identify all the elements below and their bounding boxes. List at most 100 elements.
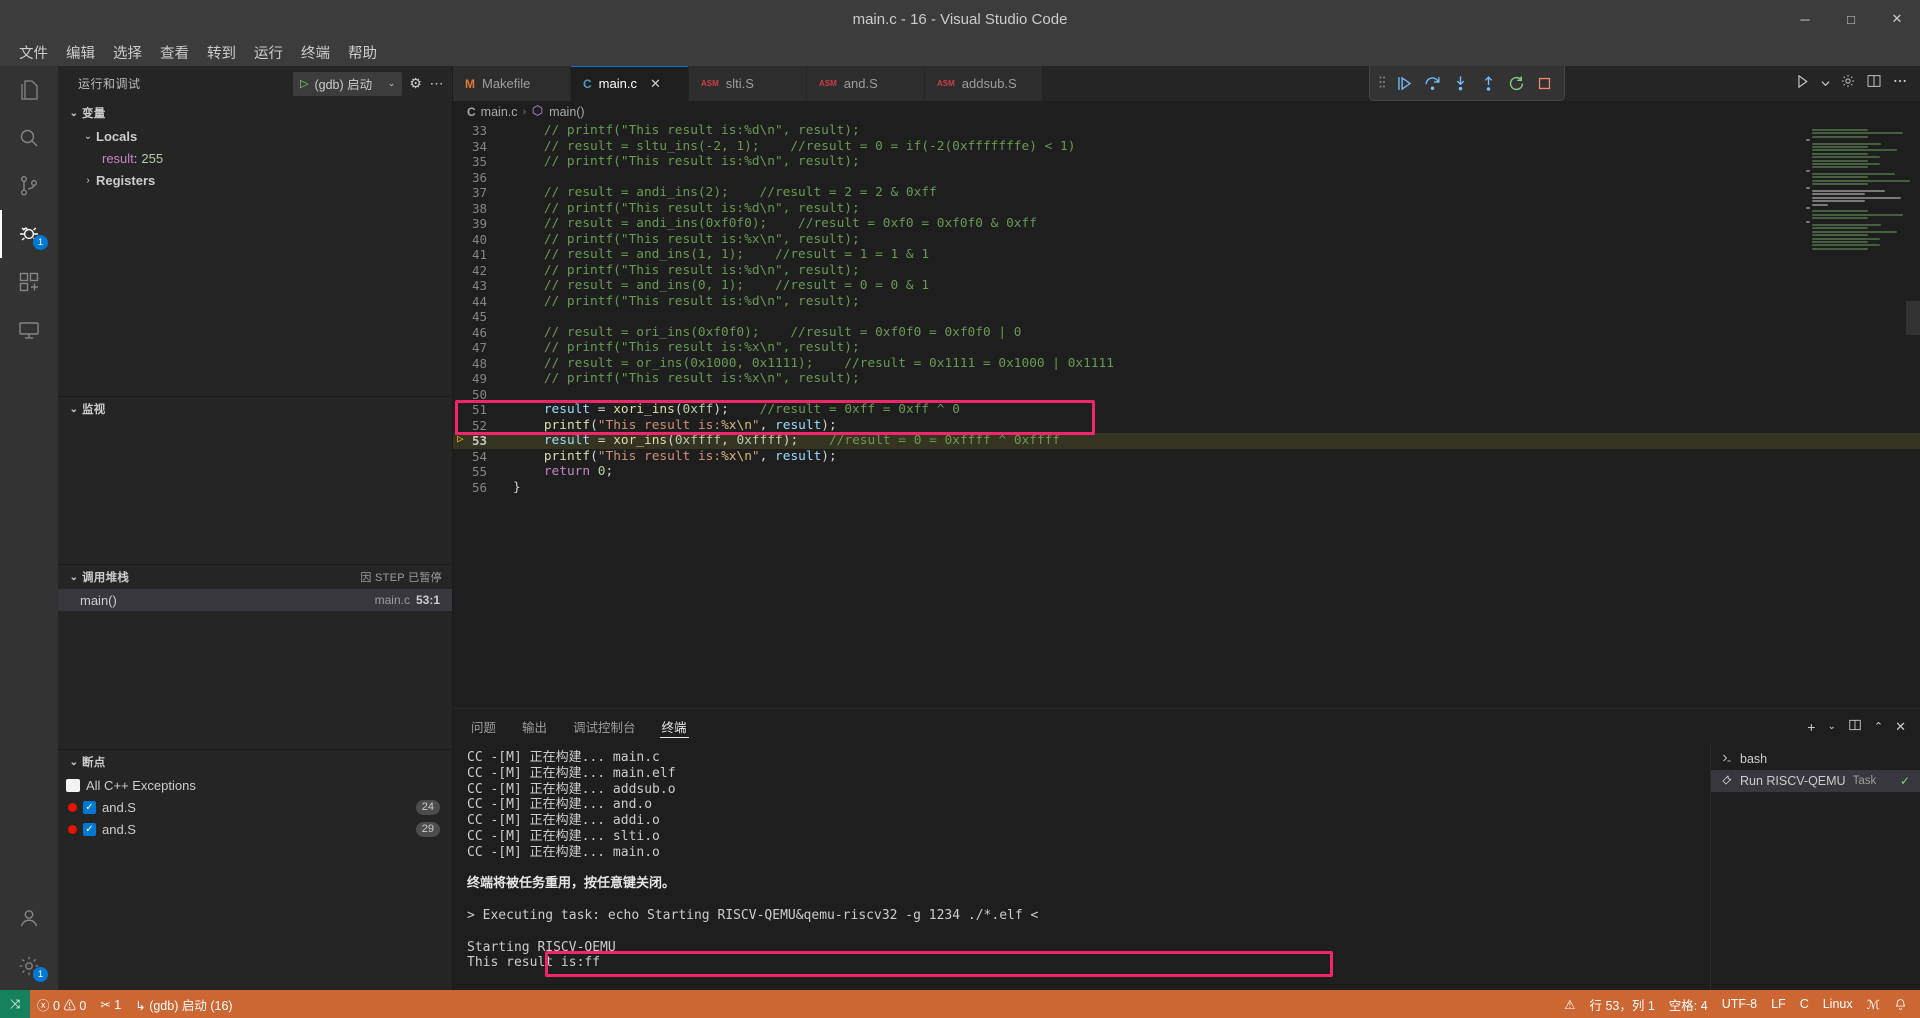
- minimize-button[interactable]: ─: [1782, 0, 1828, 38]
- maximize-button[interactable]: □: [1828, 0, 1874, 38]
- menu-file[interactable]: 文件: [10, 39, 57, 66]
- new-terminal-icon[interactable]: +: [1807, 719, 1815, 735]
- terminal-list-item-bash[interactable]: bash: [1711, 748, 1920, 770]
- step-into-button[interactable]: [1448, 71, 1472, 95]
- chevron-down-icon[interactable]: ⌄: [1827, 721, 1835, 732]
- code-line[interactable]: 38 // printf("This result is:%d\n", resu…: [453, 201, 1920, 217]
- breakpoint-checkbox[interactable]: ✓: [83, 823, 96, 836]
- callstack-frame-row[interactable]: main() main.c 53:1: [58, 589, 452, 611]
- tab-output[interactable]: 输出: [522, 709, 547, 744]
- status-prettier[interactable]: ℳ: [1860, 990, 1887, 1018]
- tab-main-c[interactable]: C main.c ✕: [571, 66, 689, 101]
- breakpoints-header[interactable]: ⌄ 断点: [58, 750, 452, 774]
- chevron-down-icon[interactable]: [1821, 75, 1830, 93]
- status-indentation[interactable]: 空格: 4: [1662, 990, 1715, 1018]
- editor-scrollbar[interactable]: [1906, 301, 1920, 335]
- menu-terminal[interactable]: 终端: [292, 39, 339, 66]
- code-line[interactable]: 45: [453, 309, 1920, 325]
- breakpoint-row-exceptions[interactable]: All C++ Exceptions: [58, 774, 452, 796]
- remote-indicator[interactable]: ⤨: [0, 990, 30, 1018]
- variable-row-result[interactable]: result:255: [58, 147, 452, 169]
- breakpoint-checkbox[interactable]: ✓: [83, 801, 96, 814]
- status-notifications[interactable]: [1887, 990, 1914, 1018]
- code-line[interactable]: 44 // printf("This result is:%d\n", resu…: [453, 294, 1920, 310]
- code-line[interactable]: 54 printf("This result is:%x\n", result)…: [453, 449, 1920, 465]
- status-eol[interactable]: LF: [1764, 990, 1793, 1018]
- code-line[interactable]: 48 // result = or_ins(0x1000, 0x1111); /…: [453, 356, 1920, 372]
- stop-button[interactable]: [1532, 71, 1556, 95]
- status-encoding[interactable]: UTF-8: [1715, 990, 1764, 1018]
- code-line[interactable]: 56}: [453, 480, 1920, 496]
- close-panel-icon[interactable]: ✕: [1895, 719, 1906, 735]
- activity-explorer[interactable]: [0, 66, 58, 114]
- code-line[interactable]: 47 // printf("This result is:%x\n", resu…: [453, 340, 1920, 356]
- tab-and-s[interactable]: ASM and.S: [807, 66, 925, 101]
- split-terminal-icon[interactable]: [1848, 718, 1862, 735]
- exception-checkbox[interactable]: [66, 779, 80, 792]
- code-line[interactable]: 36: [453, 170, 1920, 186]
- menu-edit[interactable]: 编辑: [57, 39, 104, 66]
- code-editor[interactable]: 33 // printf("This result is:%d\n", resu…: [453, 123, 1920, 708]
- activity-accounts[interactable]: [0, 894, 58, 942]
- activity-remote-explorer[interactable]: [0, 306, 58, 354]
- code-line[interactable]: 43 // result = and_ins(0, 1); //result =…: [453, 278, 1920, 294]
- code-line[interactable]: 50: [453, 387, 1920, 403]
- run-or-debug-icon[interactable]: [1794, 73, 1811, 95]
- debug-settings-gear-icon[interactable]: ⚙: [408, 73, 423, 95]
- code-line[interactable]: 51 result = xori_ins(0xff); //result = 0…: [453, 402, 1920, 418]
- split-editor-icon[interactable]: [1866, 73, 1882, 94]
- tab-addsub-s[interactable]: ASM addsub.S: [925, 66, 1043, 101]
- more-actions-icon[interactable]: [1892, 73, 1908, 94]
- step-over-button[interactable]: [1420, 71, 1444, 95]
- continue-button[interactable]: [1392, 71, 1416, 95]
- terminal-output[interactable]: CC -[M] 正在构建... main.cCC -[M] 正在构建... ma…: [453, 744, 1710, 990]
- code-line[interactable]: 33 // printf("This result is:%d\n", resu…: [453, 123, 1920, 139]
- activity-settings[interactable]: 1: [0, 942, 58, 990]
- maximize-panel-icon[interactable]: ⌃: [1874, 720, 1883, 733]
- minimap[interactable]: [1806, 129, 1906, 237]
- code-line[interactable]: 37 // result = andi_ins(2); //result = 2…: [453, 185, 1920, 201]
- code-line[interactable]: 40 // printf("This result is:%x\n", resu…: [453, 232, 1920, 248]
- debug-more-actions-icon[interactable]: ⋯: [429, 73, 444, 95]
- code-line[interactable]: 41 // result = and_ins(1, 1); //result =…: [453, 247, 1920, 263]
- breadcrumb-file[interactable]: main.c: [481, 105, 518, 119]
- tab-terminal[interactable]: 终端: [662, 709, 687, 744]
- tab-debug-console[interactable]: 调试控制台: [573, 709, 636, 744]
- status-platform[interactable]: Linux: [1816, 990, 1860, 1018]
- code-line[interactable]: 46 // result = ori_ins(0xf0f0); //result…: [453, 325, 1920, 341]
- variables-header[interactable]: ⌄ 变量: [58, 101, 452, 125]
- code-line[interactable]: 52 printf("This result is:%x\n", result)…: [453, 418, 1920, 434]
- activity-source-control[interactable]: [0, 162, 58, 210]
- close-button[interactable]: ✕: [1874, 0, 1920, 38]
- breakpoint-row[interactable]: ✓ and.S 24: [58, 796, 452, 818]
- activity-search[interactable]: [0, 114, 58, 162]
- breadcrumb-symbol[interactable]: main(): [549, 105, 584, 119]
- status-language-mode[interactable]: C: [1793, 990, 1816, 1018]
- menu-run[interactable]: 运行: [245, 39, 292, 66]
- tab-problems[interactable]: 问题: [471, 709, 496, 744]
- callstack-header[interactable]: ⌄ 调用堆栈 因 STEP 已暂停: [58, 565, 452, 589]
- menu-go[interactable]: 转到: [198, 39, 245, 66]
- variables-group-locals[interactable]: ⌄ Locals: [58, 125, 452, 147]
- status-ports[interactable]: ✂ 1: [93, 990, 128, 1018]
- tab-makefile[interactable]: M Makefile: [453, 66, 571, 101]
- status-problems[interactable]: ⓧ 0 ⚠ 0: [30, 990, 93, 1018]
- activity-extensions[interactable]: [0, 258, 58, 306]
- menu-selection[interactable]: 选择: [104, 39, 151, 66]
- breadcrumb[interactable]: C main.c › main(): [453, 101, 1920, 123]
- settings-gear-icon[interactable]: [1840, 73, 1856, 94]
- variables-group-registers[interactable]: › Registers: [58, 169, 452, 191]
- code-line[interactable]: ▷53 result = xor_ins(0xffff, 0xffff); //…: [453, 433, 1920, 449]
- code-line[interactable]: 42 // printf("This result is:%d\n", resu…: [453, 263, 1920, 279]
- menu-help[interactable]: 帮助: [339, 39, 386, 66]
- menu-view[interactable]: 查看: [151, 39, 198, 66]
- status-bell[interactable]: ⚠: [1557, 990, 1582, 1018]
- code-line[interactable]: 34 // result = sltu_ins(-2, 1); //result…: [453, 139, 1920, 155]
- code-line[interactable]: 49 // printf("This result is:%x\n", resu…: [453, 371, 1920, 387]
- drag-handle[interactable]: [1378, 74, 1386, 93]
- watch-header[interactable]: ⌄ 监视: [58, 397, 452, 421]
- breakpoint-row[interactable]: ✓ and.S 29: [58, 818, 452, 840]
- code-line[interactable]: 35 // printf("This result is:%d\n", resu…: [453, 154, 1920, 170]
- restart-button[interactable]: [1504, 71, 1528, 95]
- tab-slti-s[interactable]: ASM slti.S: [689, 66, 807, 101]
